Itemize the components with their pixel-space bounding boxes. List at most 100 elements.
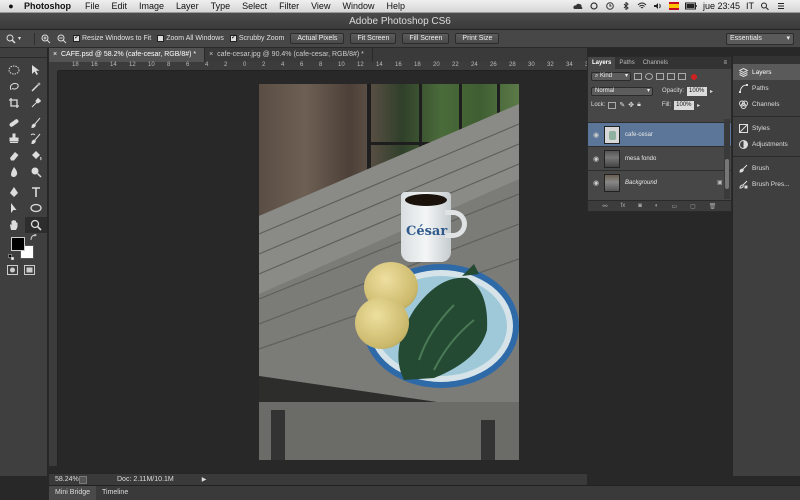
smart-object-filter-icon[interactable]	[678, 73, 686, 80]
resize-windows-checkbox[interactable]: Resize Windows to Fit	[73, 33, 151, 42]
layer-name[interactable]: mesa fondo	[625, 156, 731, 162]
pixel-filter-icon[interactable]	[634, 73, 642, 80]
type-filter-icon[interactable]	[656, 73, 664, 80]
delete-layer-icon[interactable]: 🗑︎	[709, 203, 717, 210]
scrubby-zoom-checkbox[interactable]: Scrubby Zoom	[229, 33, 284, 42]
lock-position-icon[interactable]: ✥	[628, 101, 634, 109]
dock-item-channels[interactable]: Channels	[733, 96, 800, 112]
filter-toggle-icon[interactable]	[691, 73, 697, 80]
bluetooth-icon[interactable]	[621, 2, 631, 10]
layers-scrollbar[interactable]	[724, 119, 730, 199]
type-tool[interactable]	[25, 184, 47, 201]
actual-pixels-button[interactable]: Actual Pixels	[290, 33, 345, 44]
menu-app-name[interactable]: Photoshop	[22, 1, 79, 11]
spot-healing-tool[interactable]	[3, 115, 25, 132]
menubar-clock[interactable]: jue 23:45	[703, 1, 740, 11]
hand-tool[interactable]	[3, 217, 25, 234]
layer-name[interactable]: Background	[625, 180, 717, 186]
layer-filter-kind-select[interactable]: ⌕ Kind	[591, 72, 631, 81]
crop-tool[interactable]	[3, 95, 25, 112]
paint-bucket-tool[interactable]	[25, 148, 47, 165]
tab-paths[interactable]: Paths	[615, 57, 638, 69]
eye-icon[interactable]: ◉	[588, 179, 604, 187]
fit-screen-button[interactable]: Fit Screen	[350, 33, 397, 44]
zoom-in-icon[interactable]	[41, 34, 51, 44]
apple-icon[interactable]: ●	[0, 1, 22, 11]
spain-flag-icon[interactable]	[668, 2, 679, 10]
dodge-tool[interactable]	[25, 164, 47, 181]
opacity-input[interactable]: 100%	[687, 86, 708, 96]
layer-name[interactable]: cafe-cesar	[625, 132, 731, 138]
zoom-level-field[interactable]: 58.24%	[49, 476, 79, 483]
tab-timeline[interactable]: Timeline	[96, 486, 134, 500]
screen-mode-icon[interactable]	[24, 265, 35, 275]
wifi-icon[interactable]	[637, 2, 647, 10]
menu-view[interactable]: View	[305, 1, 336, 11]
pen-tool[interactable]	[3, 184, 25, 201]
tab-channels[interactable]: Channels	[639, 57, 672, 69]
eye-icon[interactable]: ◉	[588, 131, 604, 139]
volume-icon[interactable]	[653, 2, 663, 10]
default-colors-icon[interactable]	[8, 254, 15, 261]
layer-style-icon[interactable]: fx	[621, 203, 626, 209]
shape-tool[interactable]	[25, 200, 47, 217]
layer-row-background[interactable]: ◉ Background ▣	[588, 170, 731, 194]
swap-colors-icon[interactable]	[30, 234, 37, 241]
adjustment-filter-icon[interactable]	[645, 73, 653, 80]
canvas-area[interactable]: César	[58, 71, 587, 466]
eye-icon[interactable]: ◉	[588, 155, 604, 163]
brush-tool[interactable]	[25, 115, 47, 132]
zoom-tool[interactable]	[25, 216, 47, 233]
eyedropper-tool[interactable]	[25, 95, 47, 112]
vertical-ruler[interactable]	[49, 71, 58, 466]
zoom-tool-preset[interactable]: ▾	[6, 33, 28, 45]
fill-chevron-icon[interactable]: ▸	[697, 102, 700, 109]
document-tab-cafe-cesar-jpg[interactable]: × cafe-cesar.jpg @ 90.4% (cafe-cesar, RG…	[205, 48, 373, 62]
move-tool[interactable]	[25, 62, 47, 79]
dock-item-layers[interactable]: Layers	[733, 64, 800, 80]
menu-select[interactable]: Select	[236, 1, 273, 11]
workspace-select[interactable]: Essentials	[726, 32, 794, 45]
dock-item-brush[interactable]: Brush	[733, 160, 800, 176]
new-layer-icon[interactable]: ▢	[690, 203, 696, 210]
path-selection-tool[interactable]	[3, 200, 25, 217]
opacity-chevron-icon[interactable]: ▸	[710, 88, 713, 95]
close-icon[interactable]: ×	[53, 48, 57, 62]
quick-mask-icon[interactable]	[7, 265, 18, 275]
cloud-icon[interactable]	[573, 2, 583, 10]
history-brush-tool[interactable]	[25, 131, 47, 148]
menu-image[interactable]: Image	[133, 1, 170, 11]
status-menu-arrow-icon[interactable]: ▶	[202, 476, 207, 483]
eraser-tool[interactable]	[3, 148, 25, 165]
lock-transparent-icon[interactable]	[608, 101, 617, 109]
fill-screen-button[interactable]: Fill Screen	[402, 33, 450, 44]
foreground-color-swatch[interactable]	[11, 237, 25, 251]
time-machine-icon[interactable]	[605, 2, 615, 10]
dock-item-adjustments[interactable]: Adjustments	[733, 136, 800, 152]
horizontal-ruler[interactable]: 18 16 14 12 10 8 6 4 2 0 2 4 6 8 10 12 14 16 18 20 22 24 26 28 3…	[58, 62, 592, 71]
print-size-button[interactable]: Print Size	[455, 33, 500, 44]
layer-row-cafe-cesar[interactable]: ◉ cafe-cesar	[588, 122, 731, 146]
lock-all-icon[interactable]: 🔒︎	[637, 101, 641, 109]
panel-menu-icon[interactable]: ≡	[723, 57, 731, 69]
checkbox-box[interactable]	[73, 33, 80, 42]
zoom-out-icon[interactable]	[57, 34, 67, 44]
creative-cloud-icon[interactable]	[589, 2, 599, 10]
checkbox-box[interactable]	[157, 35, 165, 42]
menu-type[interactable]: Type	[205, 1, 237, 11]
document-image[interactable]: César	[259, 84, 519, 460]
spotlight-icon[interactable]	[760, 2, 770, 10]
dock-item-styles[interactable]: Styles	[733, 120, 800, 136]
new-group-icon[interactable]: ▭	[671, 203, 677, 210]
dock-header[interactable]	[733, 56, 800, 64]
link-layers-icon[interactable]: ⚯	[603, 203, 608, 210]
blur-tool[interactable]	[3, 164, 25, 181]
menu-layer[interactable]: Layer	[170, 1, 205, 11]
add-mask-icon[interactable]: ◙	[638, 203, 642, 209]
clone-stamp-tool[interactable]	[3, 131, 25, 148]
menu-file[interactable]: File	[79, 1, 106, 11]
adjustment-layer-icon[interactable]: ◐	[655, 203, 659, 209]
menu-edit[interactable]: Edit	[106, 1, 134, 11]
fill-input[interactable]: 100%	[674, 100, 695, 110]
menu-help[interactable]: Help	[380, 1, 411, 11]
